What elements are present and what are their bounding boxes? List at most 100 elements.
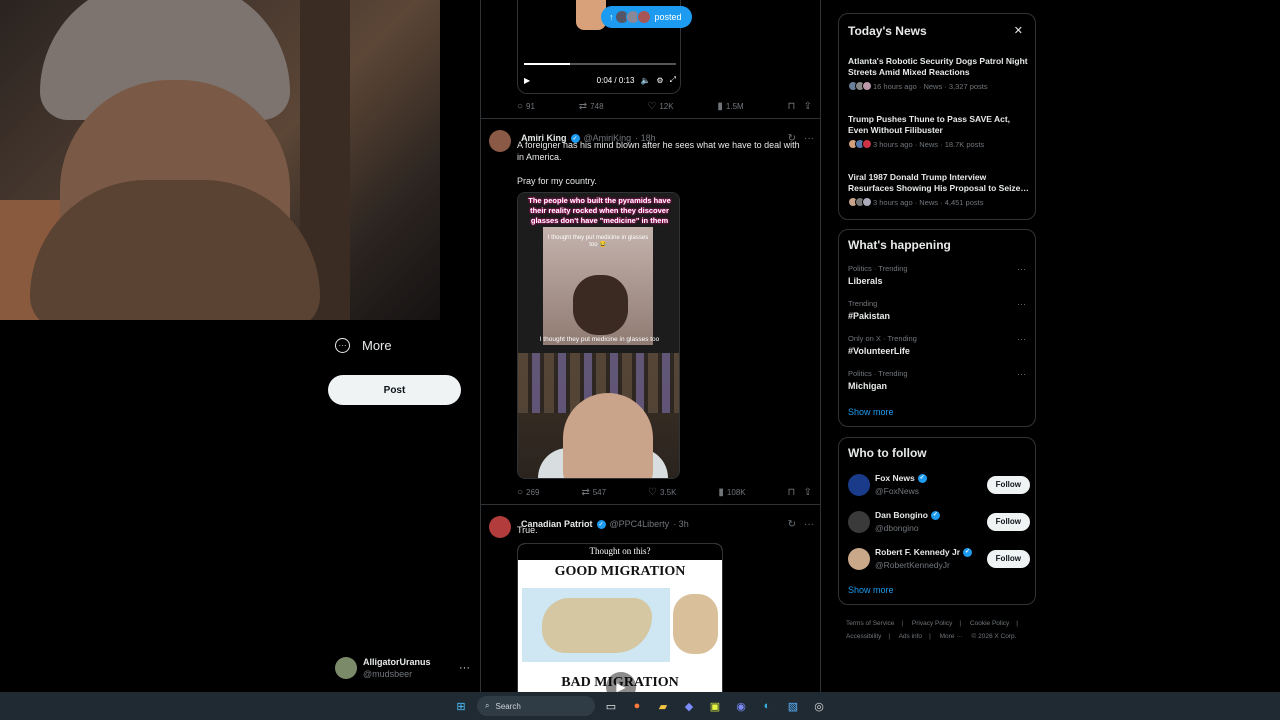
verified-badge-icon: ✓ [917,473,927,483]
like-button[interactable]: ♡ 3.5K [648,487,676,498]
suggestion-name: Dan Bongino [875,510,928,520]
divider [481,118,820,119]
account-switcher[interactable]: AlligatorUranus @mudsbeer ··· [335,656,470,680]
tweet-meme-video[interactable]: Thought on this? GOOD MIGRATION BAD MIGR… [517,543,723,692]
video-subtitle: I thought they put medicine in glasses t… [539,336,660,343]
file-explorer-icon[interactable]: ▰ [653,696,673,716]
timeline-feed: ▶ 0:04 / 0:13 🔈 ⚙ ⤢ ↑ posted ○ 91 ⇄ 748 ♡ 1… [480,0,821,692]
task-view-icon[interactable]: ▭ [601,696,621,716]
tiktok-clip: I thought they put medicine in glasses t… [543,227,653,345]
reply-icon: ○ [517,487,524,498]
trend-name: #Pakistan [848,311,891,321]
footer-link[interactable]: Ads info [899,633,923,640]
video-controls: ▶ 0:04 / 0:13 🔈 ⚙ ⤢ [524,75,676,85]
nav-more-label: More [362,338,392,353]
mute-icon[interactable]: 🔈 [640,76,650,85]
verified-badge-icon: ✓ [963,547,973,557]
close-icon[interactable]: ✕ [1014,24,1023,37]
follow-button[interactable]: Follow [986,512,1030,531]
notes-icon[interactable]: ▣ [705,696,725,716]
follow-button[interactable]: Follow [986,549,1030,568]
app-icon[interactable]: ◆ [679,696,699,716]
news-item[interactable]: Trump Pushes Thune to Pass SAVE Act, Eve… [848,114,1030,149]
footer-link[interactable]: More ··· [940,633,963,640]
windows-start-icon[interactable]: ⊞ [451,696,471,716]
reply-button[interactable]: ○ 91 [517,101,535,112]
views-button[interactable]: ▮ 1.5M [717,101,743,112]
news-title: Trump Pushes Thune to Pass SAVE Act, Eve… [848,114,1011,135]
trend-item[interactable]: Trending #Pakistan ··· [848,299,1030,321]
avatar [848,473,870,496]
more-dots-icon[interactable]: ··· [1017,369,1026,379]
tweet-text: A foreigner has his mind blown after he … [517,140,800,186]
trend-context: Politics · Trending [848,264,908,273]
trend-item[interactable]: Politics · Trending Michigan ··· [848,369,1030,391]
avatar [335,657,357,679]
footer-link[interactable]: Privacy Policy [912,620,952,627]
news-item[interactable]: Viral 1987 Donald Trump Interview Resurf… [848,172,1030,207]
footer-link[interactable]: Cookie Policy [970,620,1009,627]
new-posts-pill[interactable]: ↑ posted [601,6,692,28]
trend-item[interactable]: Only on X · Trending #VolunteerLife ··· [848,334,1030,356]
news-item[interactable]: Atlanta's Robotic Security Dogs Patrol N… [848,56,1030,91]
avatar[interactable] [489,130,511,152]
obs-icon[interactable]: ◎ [809,696,829,716]
nav-more[interactable]: ··· More [335,338,392,353]
avatar [848,510,870,533]
show-more-link[interactable]: Show more [848,585,894,595]
more-dots-icon: ··· [459,662,470,674]
search-icon: ⌕ [485,701,490,710]
taskbar-search[interactable]: ⌕ Search [477,696,595,716]
sidebar-footer: Terms of Service | Privacy Policy | Cookie… [846,620,1018,640]
panel-title: Today's News [848,24,927,38]
settings-icon[interactable]: ⚙ [656,76,663,85]
reaction-cam [518,353,679,478]
bookmark-share[interactable]: ⊓ ⇪ [788,487,812,498]
suggestion-name: Robert F. Kennedy Jr [875,547,961,557]
follow-suggestion[interactable]: Robert F. Kennedy Jr ✓ @RobertKennedyJr F… [848,546,1030,571]
firefox-icon[interactable]: ● [627,696,647,716]
follow-suggestion[interactable]: Dan Bongino ✓ @dbongino Follow [848,509,1030,534]
views-button[interactable]: ▮ 108K [718,487,745,498]
follow-button[interactable]: Follow [986,475,1030,494]
windows-taskbar: ⊞ ⌕ Search ▭ ● ▰ ◆ ▣ ◉ ◐ ▧ ◎ [0,692,1280,720]
news-avatars [848,197,872,207]
news-meta: 3 hours ago · News · 18.7K posts [873,139,985,149]
arrow-up-icon: ↑ [609,12,614,22]
photos-icon[interactable]: ▧ [783,696,803,716]
divider [481,504,820,505]
edge-icon[interactable]: ◐ [757,696,777,716]
footer-link[interactable]: Accessibility [846,633,881,640]
repost-button[interactable]: ⇄ 748 [579,101,604,112]
heart-icon: ♡ [648,487,657,498]
news-avatars [848,81,872,91]
fullscreen-icon[interactable]: ⤢ [670,75,676,85]
account-handle: @mudsbeer [363,669,413,679]
whats-happening-panel: What's happening Politics · Trending Lib… [838,229,1036,427]
copyright: © 2026 X Corp. [971,633,1017,640]
discord-icon[interactable]: ◉ [731,696,751,716]
trend-item[interactable]: Politics · Trending Liberals ··· [848,264,1030,286]
follow-suggestion[interactable]: Fox News ✓ @FoxNews Follow [848,472,1030,497]
tweet-video[interactable]: The people who built the pyramids have t… [517,192,680,479]
like-button[interactable]: ♡ 12K [647,101,673,112]
bookmark-share[interactable]: ⊓ ⇪ [788,101,812,112]
meme-question: Thought on this? [518,544,722,560]
share-icon: ⇪ [803,101,812,112]
show-more-link[interactable]: Show more [848,407,894,417]
video-progress-bar[interactable] [524,63,676,65]
bookmark-icon: ⊓ [787,101,796,112]
suggestion-handle: @RobertKennedyJr [875,560,950,570]
repost-button[interactable]: ⇄ 547 [581,487,606,498]
avatar[interactable] [489,516,511,538]
more-dots-icon[interactable]: ··· [1017,264,1026,274]
suggestion-name: Fox News [875,473,915,483]
more-dots-icon[interactable]: ··· [1017,299,1026,309]
footer-link[interactable]: Terms of Service [846,620,894,627]
more-dots-icon[interactable]: ··· [1017,334,1026,344]
trend-context: Only on X · Trending [848,334,917,343]
reply-button[interactable]: ○ 269 [517,487,539,498]
news-title: Atlanta's Robotic Security Dogs Patrol N… [848,56,1028,77]
play-icon[interactable]: ▶ [524,76,530,85]
post-button[interactable]: Post [328,375,461,405]
